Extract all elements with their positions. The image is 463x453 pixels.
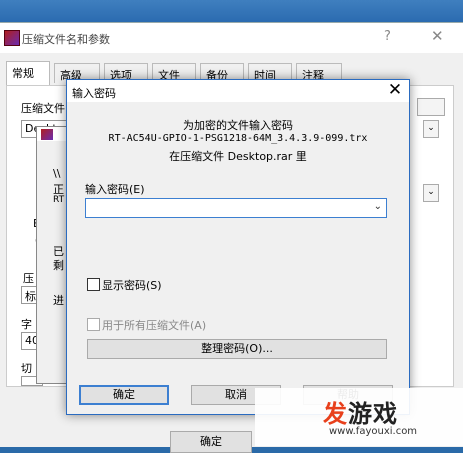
winrar-progress-icon xyxy=(41,129,53,140)
organize-passwords-button[interactable]: 整理密码(O)... xyxy=(87,339,387,359)
password-input[interactable]: ⌄ xyxy=(85,198,387,218)
progress-label-fragment: 进 xyxy=(53,294,64,307)
dictionary-fragment: 字 xyxy=(21,318,32,331)
archive-location-text: 在压缩文件 Desktop.rar 里 xyxy=(169,150,307,163)
watermark-logo-text: 游戏 xyxy=(348,400,398,428)
archive-name-label: 压缩文件 xyxy=(21,102,65,115)
ok-button[interactable]: 确定 xyxy=(79,385,169,405)
password-label: 输入密码(E) xyxy=(85,183,145,196)
use-for-all-label: 用于所有压缩文件(A) xyxy=(102,319,207,332)
prompt-text: 为加密的文件输入密码 xyxy=(183,119,293,132)
progress-file-fragment: RT xyxy=(53,195,65,205)
desktop-background xyxy=(0,0,463,22)
encrypted-file-name: RT-AC54U-GPIO-1-PSG1218-64M_3.4.3.9-099.… xyxy=(108,133,368,144)
archive-name-dropdown[interactable]: ⌄ xyxy=(423,120,439,138)
outer-title-bar: 压缩文件名和参数 ? ✕ xyxy=(0,23,463,53)
site-watermark: 发游戏 www.fayouxi.com xyxy=(255,388,463,446)
winrar-app-icon xyxy=(4,30,20,46)
progress-path-fragment: \\ xyxy=(53,167,61,180)
watermark-logo: 发游戏 xyxy=(323,394,398,429)
outer-ok-button[interactable]: 确定 xyxy=(170,431,252,453)
password-dialog: 输入密码 ✕ 为加密的文件输入密码 RT-AC54U-GPIO-1-PSG121… xyxy=(66,79,410,415)
chevron-down-icon[interactable]: ⌄ xyxy=(374,201,382,212)
split-volume-fragment: 切 xyxy=(21,362,32,375)
password-dialog-title-bar: 输入密码 ✕ xyxy=(67,80,409,102)
archive-format-fragment: 压 xyxy=(23,272,34,285)
watermark-url: www.fayouxi.com xyxy=(329,426,418,437)
use-for-all-checkbox[interactable] xyxy=(87,318,100,331)
tab-general[interactable]: 常规 xyxy=(6,61,50,85)
watermark-logo-accent: 发 xyxy=(323,400,348,428)
update-mode-dropdown[interactable]: ⌄ xyxy=(423,184,439,202)
show-password-label[interactable]: 显示密码(S) xyxy=(102,277,162,293)
password-dialog-close-icon[interactable]: ✕ xyxy=(383,80,407,100)
help-icon[interactable]: ? xyxy=(384,29,391,44)
password-dialog-title: 输入密码 xyxy=(72,87,116,100)
show-password-checkbox[interactable] xyxy=(87,278,100,291)
outer-close-icon[interactable]: ✕ xyxy=(431,27,444,45)
browse-button[interactable] xyxy=(417,98,445,116)
progress-remaining-fragment: 剩 xyxy=(53,259,64,272)
outer-window-title: 压缩文件名和参数 xyxy=(22,33,110,46)
